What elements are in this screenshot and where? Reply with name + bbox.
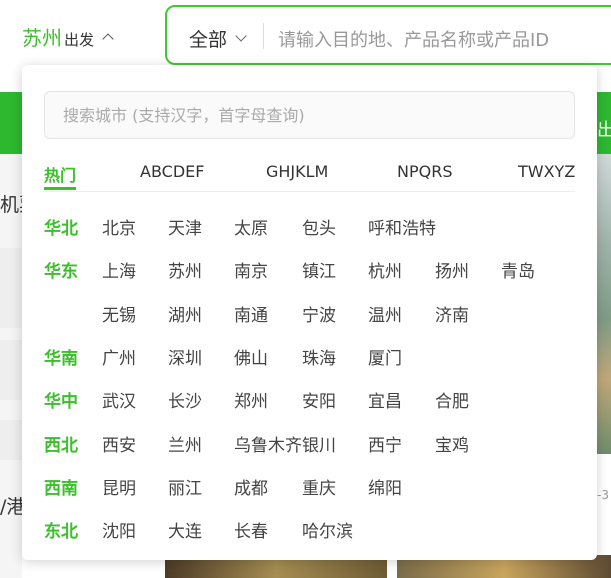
city-option[interactable]: 大连: [168, 517, 202, 542]
region-label: 华南: [44, 348, 78, 369]
tab-npqrs[interactable]: NPQRS: [397, 162, 452, 181]
city-option[interactable]: 北京: [102, 214, 136, 239]
region-label: 华东: [44, 262, 78, 283]
left-category-label[interactable]: 机票: [0, 190, 22, 217]
city-option[interactable]: 长春: [234, 517, 268, 542]
city-option[interactable]: 湖州: [168, 301, 202, 326]
city-option[interactable]: 武汉: [102, 387, 136, 412]
search-input[interactable]: 请输入目的地、产品名称或产品ID: [278, 26, 549, 52]
nav-bar-text[interactable]: 出: [597, 116, 611, 142]
search-box: 全部 请输入目的地、产品名称或产品ID: [165, 5, 611, 65]
city-option[interactable]: 珠海: [302, 344, 336, 369]
city-option[interactable]: 天津: [168, 214, 202, 239]
city-option[interactable]: 银川: [302, 431, 336, 456]
city-option[interactable]: 镇江: [302, 257, 336, 282]
city-option[interactable]: 温州: [368, 301, 402, 326]
promo-image[interactable]: [597, 154, 611, 454]
chevron-down-icon: [235, 29, 247, 42]
tab-twxyz[interactable]: TWXYZ: [518, 162, 575, 181]
departure-city-selector[interactable]: 苏州 出发: [22, 22, 114, 51]
left-block: [0, 420, 22, 460]
search-divider: [263, 23, 264, 49]
region-label: 华北: [44, 219, 78, 239]
region-label: 西北: [44, 435, 78, 456]
city-option[interactable]: 上海: [102, 257, 136, 282]
city-option[interactable]: 丽江: [168, 474, 202, 499]
city-option[interactable]: 西安: [102, 431, 136, 456]
tab-ghjklm[interactable]: GHJKLM: [266, 162, 328, 181]
left-block: [0, 248, 22, 328]
city-option[interactable]: 广州: [102, 344, 136, 369]
city-option[interactable]: 宝鸡: [435, 431, 469, 456]
tab-hot[interactable]: 热门: [44, 162, 76, 186]
city-option[interactable]: 合肥: [435, 387, 469, 412]
departure-label: 出发: [64, 31, 95, 49]
search-scope-dropdown[interactable]: 全部: [189, 25, 247, 52]
city-option[interactable]: 太原: [234, 214, 268, 239]
city-search-input[interactable]: [45, 92, 574, 138]
city-option[interactable]: 安阳: [302, 387, 336, 412]
left-category-label[interactable]: /港: [0, 492, 22, 519]
city-option[interactable]: 杭州: [368, 257, 402, 282]
city-option[interactable]: 昆明: [102, 474, 136, 499]
city-option[interactable]: 南京: [234, 257, 268, 282]
departure-city-name: 苏州: [22, 26, 62, 50]
region-label: 华中: [44, 392, 78, 413]
city-option[interactable]: 宜昌: [368, 387, 402, 412]
active-tab-indicator: [44, 187, 76, 190]
city-option[interactable]: 重庆: [302, 474, 336, 499]
chevron-up-icon: [102, 33, 114, 45]
search-scope-label: 全部: [189, 29, 228, 51]
city-option[interactable]: 西宁: [368, 431, 402, 456]
city-search-box: [44, 91, 575, 139]
city-option[interactable]: 佛山: [234, 344, 268, 369]
left-block: [0, 340, 22, 400]
city-option[interactable]: 呼和浩特: [368, 214, 436, 239]
region-label: 东北: [44, 522, 78, 543]
promo-label: -3: [597, 488, 609, 502]
city-option[interactable]: 成都: [234, 474, 268, 499]
city-option[interactable]: 深圳: [168, 344, 202, 369]
city-option[interactable]: 哈尔滨: [302, 517, 353, 542]
city-option[interactable]: 兰州: [168, 431, 202, 456]
city-option[interactable]: 绵阳: [368, 474, 402, 499]
city-option[interactable]: 苏州: [168, 257, 202, 282]
city-option[interactable]: 沈阳: [102, 517, 136, 542]
city-dropdown: 热门 ABCDEF GHJKLM NPQRS TWXYZ 华北 北京 天津 太原 包头 呼和浩特华…: [22, 65, 597, 560]
city-option[interactable]: 宁波: [302, 301, 336, 326]
region-label: 西南: [44, 478, 78, 499]
city-option[interactable]: 包头: [302, 214, 336, 239]
city-option[interactable]: 无锡: [102, 301, 136, 326]
city-option[interactable]: 厦门: [368, 344, 402, 369]
city-option[interactable]: 扬州: [435, 257, 469, 282]
city-option[interactable]: 郑州: [234, 387, 268, 412]
city-option[interactable]: 长沙: [168, 387, 202, 412]
city-option[interactable]: 南通: [234, 301, 268, 326]
city-option[interactable]: 济南: [435, 301, 469, 326]
city-option[interactable]: 青岛: [501, 257, 535, 282]
tab-abcdef[interactable]: ABCDEF: [140, 162, 204, 181]
city-option[interactable]: 乌鲁木齐: [234, 431, 302, 456]
letter-tabs: 热门 ABCDEF GHJKLM NPQRS TWXYZ: [44, 161, 575, 192]
